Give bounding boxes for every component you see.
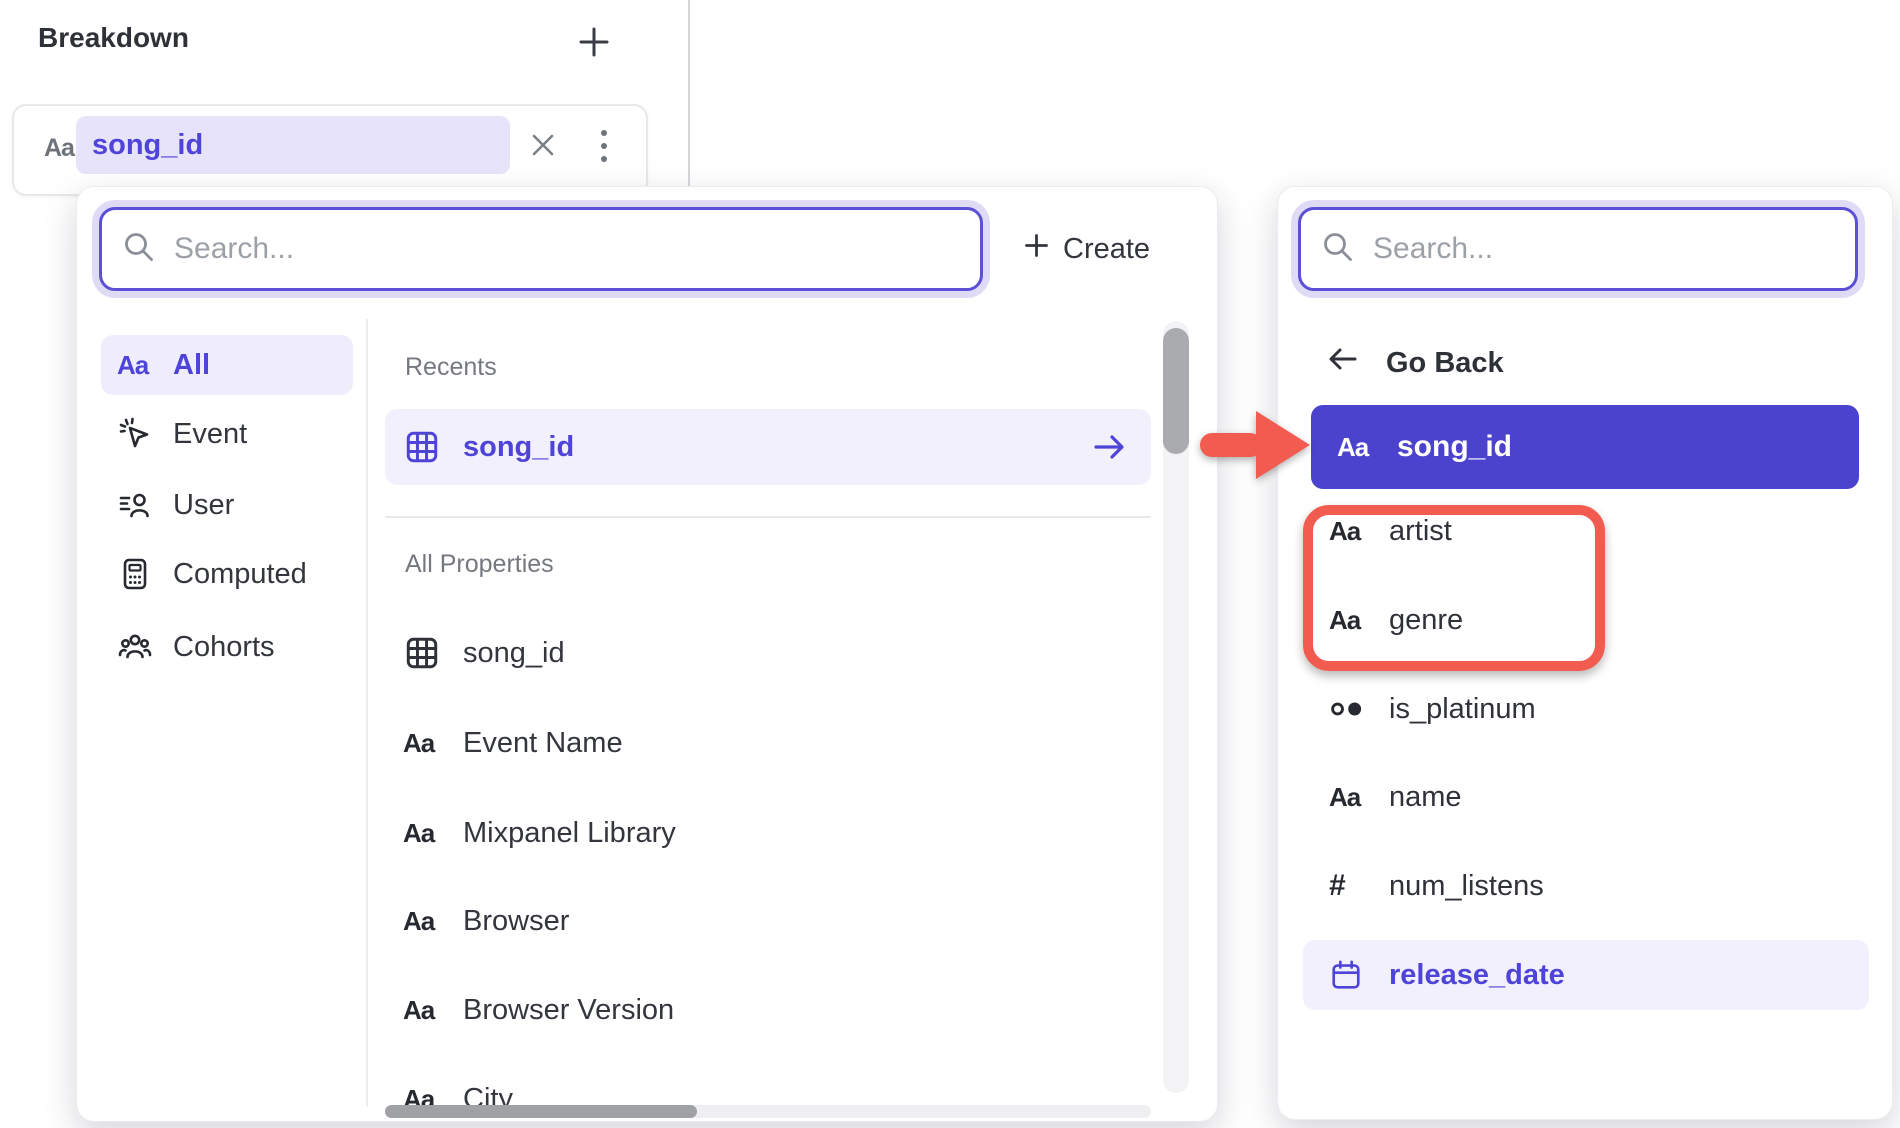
property-item-event-name[interactable]: Aa Event Name (385, 711, 1151, 775)
category-label: Event (173, 418, 247, 451)
category-tab-computed[interactable]: Computed (101, 544, 353, 604)
breakdown-property-chip-label: song_id (76, 116, 203, 174)
close-icon (529, 147, 557, 162)
property-option-label: name (1389, 781, 1462, 814)
arrow-right-icon (1091, 429, 1127, 465)
property-item-label: Browser (463, 905, 569, 938)
plus-icon (576, 48, 612, 63)
go-back-label: Go Back (1386, 347, 1504, 380)
remove-breakdown-button[interactable] (527, 130, 559, 162)
recents-header: Recents (405, 353, 497, 382)
property-picker-popover: Create Aa All Event User Computed (76, 186, 1218, 1122)
breakdown-options-button[interactable] (588, 130, 620, 162)
text-type-icon: Aa (1329, 516, 1367, 547)
property-item-label: song_id (463, 637, 565, 670)
property-option-label: genre (1389, 604, 1463, 637)
property-item-label: Mixpanel Library (463, 817, 676, 850)
property-option-song-id-selected[interactable]: Aa song_id (1311, 405, 1859, 489)
property-option-release-date[interactable]: release_date (1303, 940, 1869, 1010)
date-type-icon (1329, 958, 1367, 992)
category-tab-cohorts[interactable]: Cohorts (101, 617, 353, 677)
add-breakdown-button[interactable] (576, 24, 612, 60)
property-item-browser[interactable]: Aa Browser (385, 889, 1151, 953)
text-type-icon: Aa (403, 995, 441, 1026)
arrow-left-icon (1326, 342, 1360, 384)
table-grid-icon (403, 428, 441, 466)
event-cursor-icon (117, 416, 155, 452)
category-label: Cohorts (173, 631, 275, 664)
text-type-icon: Aa (1329, 782, 1367, 813)
left-search-input[interactable] (174, 232, 980, 266)
user-icon (117, 487, 155, 523)
category-label: User (173, 489, 234, 522)
go-back-button[interactable]: Go Back (1298, 335, 1718, 391)
category-tab-user[interactable]: User (101, 475, 353, 535)
property-item-label: Event Name (463, 727, 623, 760)
breakdown-panel-right-border (688, 0, 690, 188)
kebab-menu-icon (588, 130, 620, 162)
text-type-icon: Aa (403, 906, 441, 937)
property-option-num-listens[interactable]: # num_listens (1303, 856, 1869, 916)
category-tab-all[interactable]: Aa All (101, 335, 353, 395)
property-item-browser-version[interactable]: Aa Browser Version (385, 978, 1151, 1042)
boolean-type-icon (1329, 696, 1367, 722)
recent-item-label: song_id (463, 431, 574, 464)
category-label: All (173, 349, 210, 382)
create-button-label: Create (1063, 233, 1150, 266)
category-list-divider (366, 319, 368, 1107)
property-option-label: release_date (1389, 959, 1565, 992)
property-option-artist[interactable]: Aa artist (1303, 501, 1869, 561)
section-divider (385, 516, 1151, 518)
breakdown-section-title: Breakdown (38, 22, 189, 54)
table-grid-icon (403, 634, 441, 672)
property-option-label: song_id (1397, 430, 1512, 464)
property-option-genre[interactable]: Aa genre (1303, 590, 1869, 650)
all-properties-header: All Properties (405, 550, 554, 579)
search-icon (1321, 230, 1355, 269)
text-type-icon: Aa (44, 134, 74, 163)
horizontal-scrollbar-thumb[interactable] (385, 1105, 697, 1118)
property-item-mixpanel-library[interactable]: Aa Mixpanel Library (385, 801, 1151, 865)
property-option-label: num_listens (1389, 870, 1544, 903)
text-type-icon: Aa (403, 728, 441, 759)
property-item-song-id[interactable]: song_id (385, 621, 1151, 685)
property-option-name[interactable]: Aa name (1303, 767, 1869, 827)
recent-item-song-id[interactable]: song_id (385, 409, 1151, 485)
category-label: Computed (173, 558, 307, 591)
property-option-label: artist (1389, 515, 1452, 548)
vertical-scrollbar-thumb[interactable] (1163, 328, 1189, 454)
text-type-icon: Aa (1329, 605, 1367, 636)
screenshot-canvas: Breakdown Aa song_id (0, 0, 1900, 1128)
left-search-box (99, 207, 983, 291)
create-property-button[interactable]: Create (1015, 225, 1158, 273)
search-icon (122, 230, 156, 269)
text-type-icon: Aa (117, 350, 155, 381)
text-type-icon: Aa (1337, 432, 1375, 463)
right-search-input[interactable] (1373, 232, 1855, 266)
right-search-box (1298, 207, 1858, 291)
property-option-is-platinum[interactable]: is_platinum (1303, 679, 1869, 739)
calculator-icon (117, 556, 155, 592)
property-option-label: is_platinum (1389, 693, 1536, 726)
plus-icon (1023, 232, 1050, 267)
text-type-icon: Aa (403, 818, 441, 849)
number-type-icon: # (1329, 869, 1367, 903)
cohorts-people-icon (117, 629, 155, 665)
category-tab-event[interactable]: Event (101, 404, 353, 464)
property-detail-popover: Go Back Aa song_id Aa artist Aa genre is… (1277, 186, 1893, 1120)
breakdown-property-chip[interactable]: song_id (76, 116, 510, 174)
property-item-label: Browser Version (463, 994, 674, 1027)
property-item-city[interactable]: Aa City (385, 1067, 1151, 1128)
breakdown-chip-card: Aa song_id (12, 104, 648, 196)
